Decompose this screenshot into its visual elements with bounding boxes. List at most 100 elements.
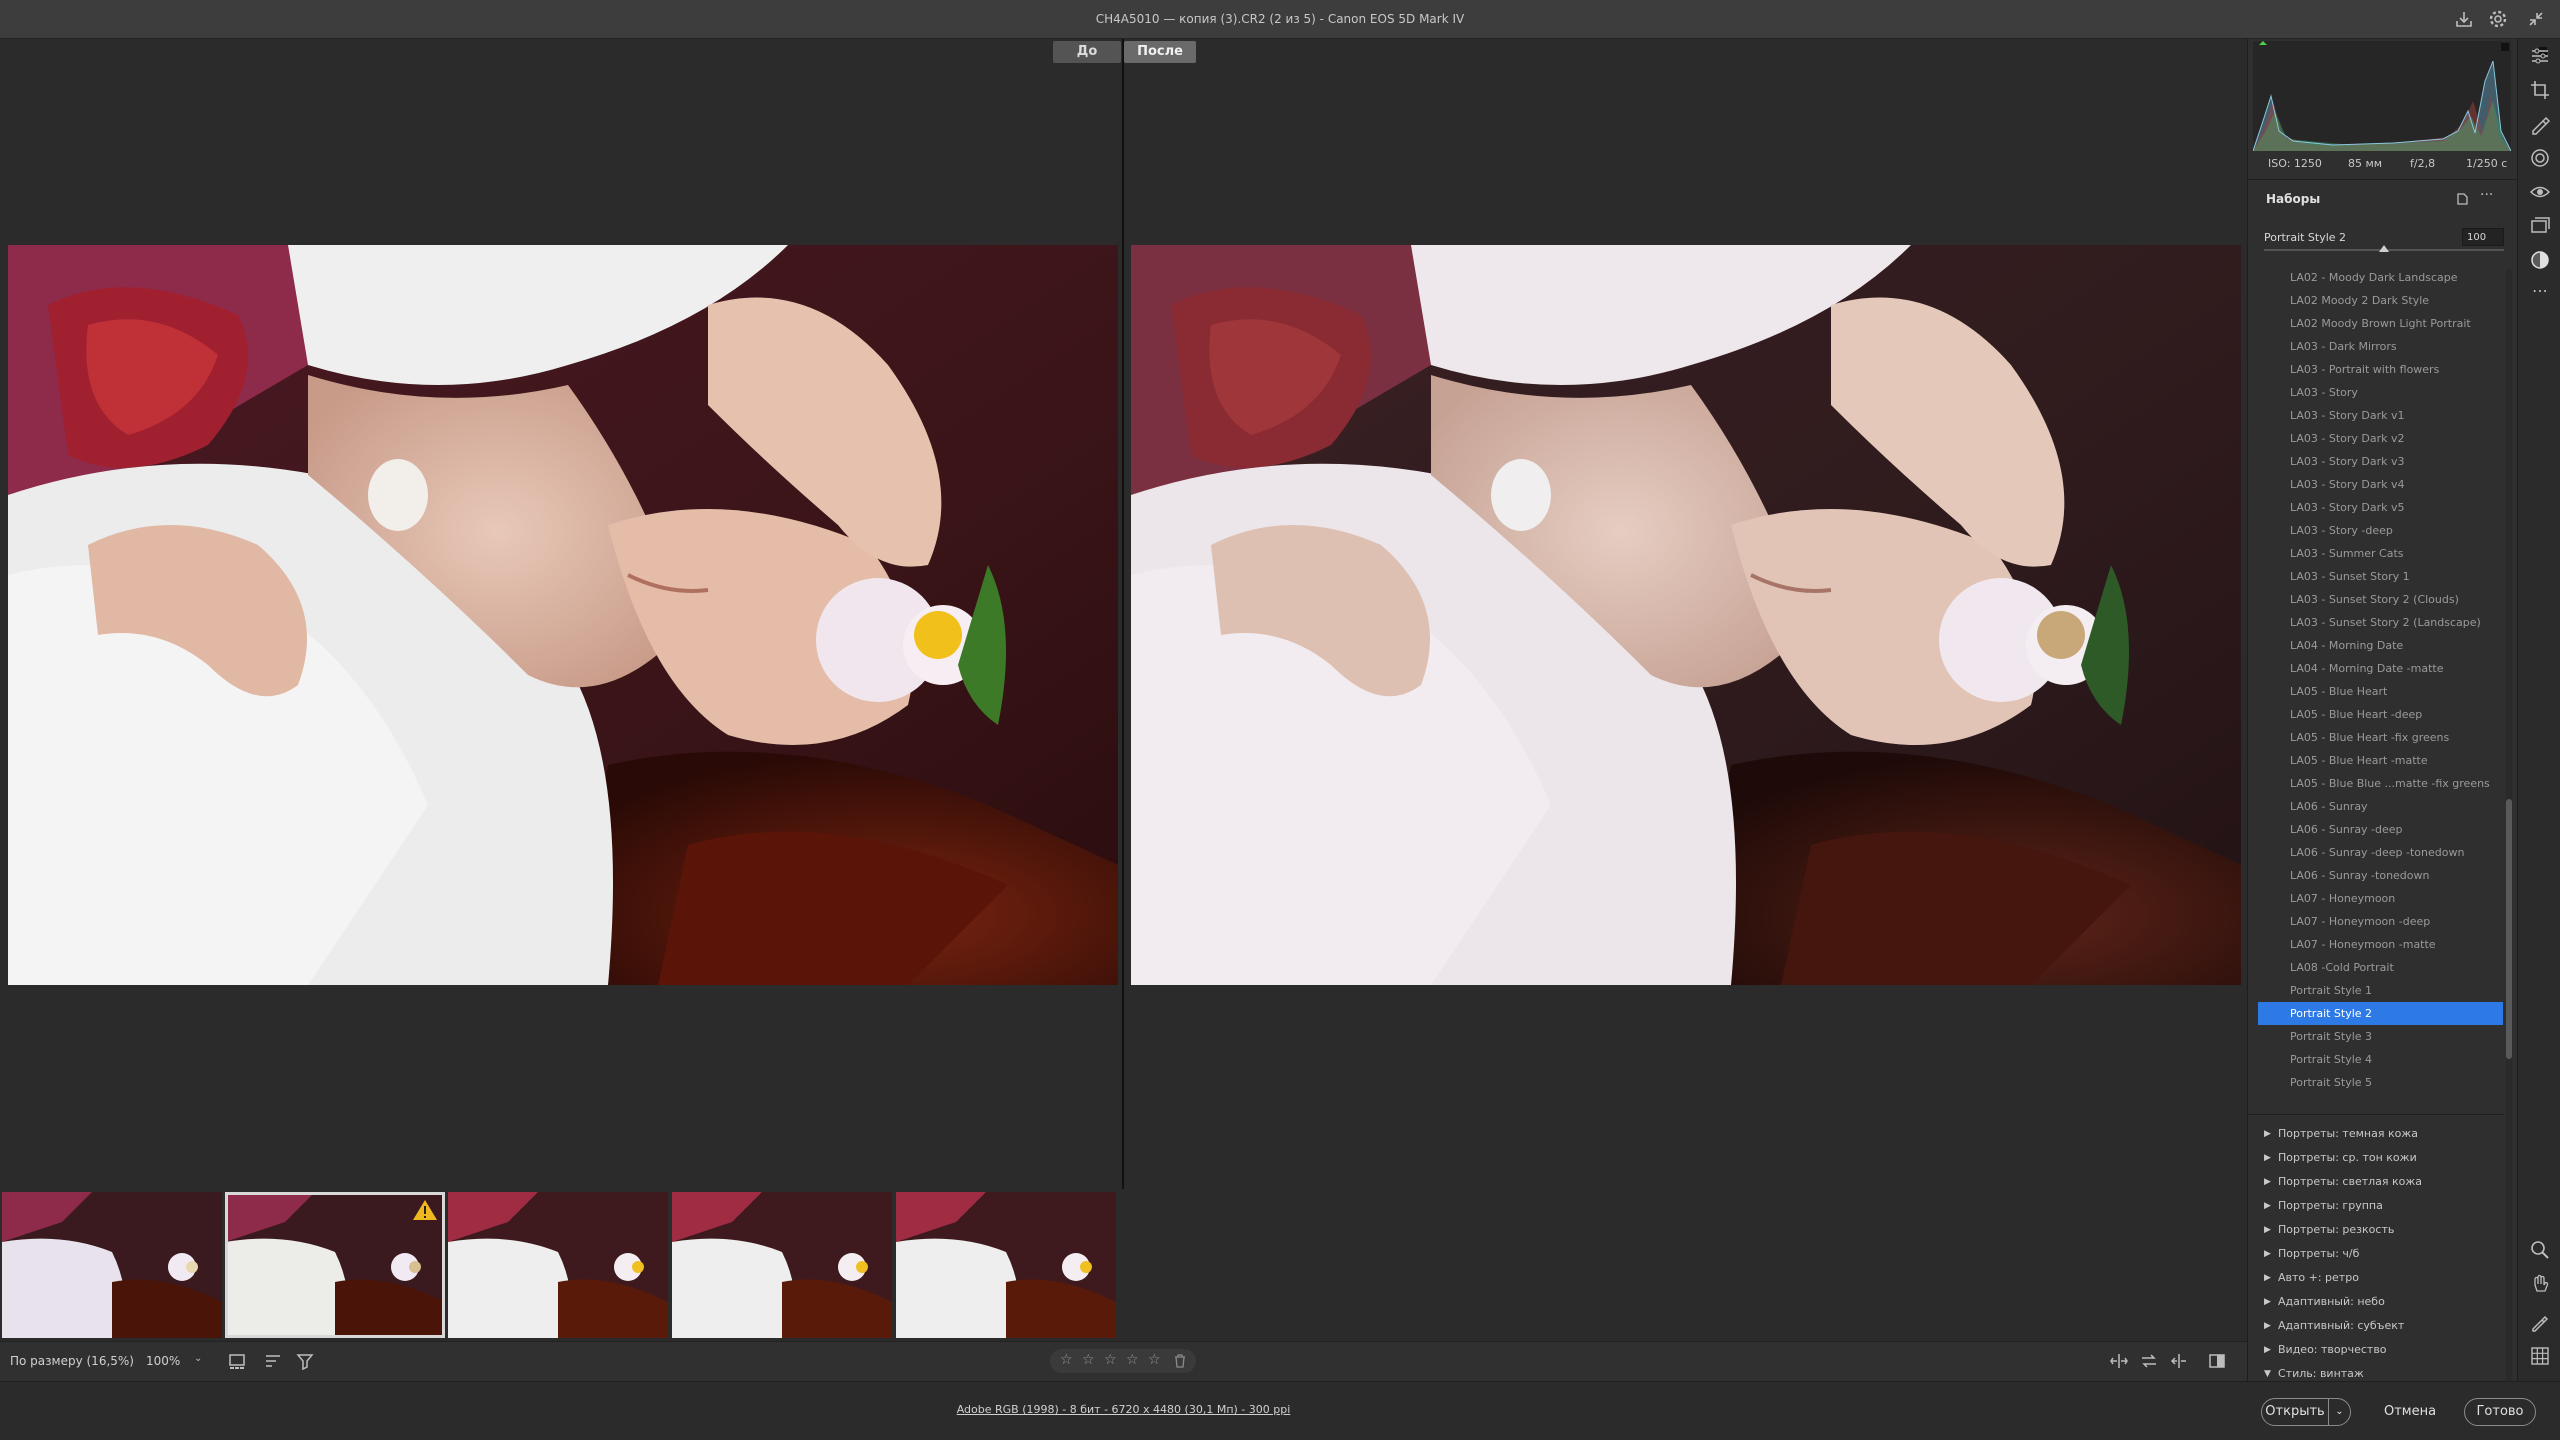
preset-item[interactable]: LA05 - Blue Blue ...matte -fix greens: [2258, 772, 2503, 795]
new-preset-icon[interactable]: [2455, 192, 2469, 206]
filmstrip-thumb[interactable]: [896, 1192, 1116, 1338]
collapsed-arrow-icon[interactable]: ▶: [2264, 1122, 2271, 1146]
preset-item[interactable]: Portrait Style 4: [2258, 1048, 2503, 1071]
preset-item[interactable]: LA06 - Sunray -deep -tonedown: [2258, 841, 2503, 864]
preset-group[interactable]: ▶ Адаптивный: субъект: [2258, 1314, 2503, 1338]
preset-group[interactable]: ▶ Портреты: ч/б: [2258, 1242, 2503, 1266]
filmstrip-thumb[interactable]: [2, 1192, 222, 1338]
preset-item[interactable]: LA03 - Dark Mirrors: [2258, 335, 2503, 358]
preset-item[interactable]: LA03 - Story: [2258, 381, 2503, 404]
compare-divider[interactable]: [1122, 39, 1124, 1189]
more-tools-icon[interactable]: ⋯: [2529, 281, 2551, 303]
amount-value-field[interactable]: 100: [2462, 228, 2504, 246]
preset-item-selected[interactable]: Portrait Style 2: [2258, 1002, 2503, 1025]
preset-item[interactable]: LA08 -Cold Portrait: [2258, 956, 2503, 979]
preset-item[interactable]: LA02 Moody 2 Dark Style: [2258, 289, 2503, 312]
preset-group[interactable]: ▶ Портреты: светлая кожа: [2258, 1170, 2503, 1194]
collapsed-arrow-icon[interactable]: ▶: [2264, 1194, 2271, 1218]
preset-item[interactable]: LA03 - Sunset Story 2 (Landscape): [2258, 611, 2503, 634]
swap-icon[interactable]: [2140, 1352, 2158, 1370]
star-icon[interactable]: ☆: [1148, 1352, 1161, 1368]
preset-item[interactable]: Portrait Style 1: [2258, 979, 2503, 1002]
collapsed-arrow-icon[interactable]: ▶: [2264, 1218, 2271, 1242]
scrollbar-thumb[interactable]: [2506, 799, 2512, 1059]
zoom-icon[interactable]: [2529, 1239, 2551, 1261]
preset-item[interactable]: LA03 - Story Dark v2: [2258, 427, 2503, 450]
preset-item[interactable]: LA02 - Moody Dark Landscape: [2258, 266, 2503, 289]
image-viewer[interactable]: До После: [0, 39, 2247, 1189]
zoom-dropdown-icon[interactable]: ⌄: [194, 1353, 202, 1364]
collapsed-arrow-icon[interactable]: ▶: [2264, 1170, 2271, 1194]
sort-icon[interactable]: [264, 1352, 282, 1370]
collapsed-arrow-icon[interactable]: ▶: [2264, 1146, 2271, 1170]
preset-item[interactable]: LA06 - Sunray -tonedown: [2258, 864, 2503, 887]
filmstrip-thumb-selected[interactable]: [225, 1192, 445, 1338]
after-button[interactable]: После: [1124, 41, 1196, 63]
preset-item[interactable]: LA03 - Story Dark v4: [2258, 473, 2503, 496]
preset-group[interactable]: ▶ Портреты: резкость: [2258, 1218, 2503, 1242]
edit-sliders-icon[interactable]: [2529, 45, 2551, 67]
preset-group[interactable]: ▶ Авто +: ретро: [2258, 1266, 2503, 1290]
masking-icon[interactable]: [2529, 147, 2551, 169]
fit-zoom-button[interactable]: По размеру (16,5%): [10, 1354, 134, 1368]
preset-item[interactable]: LA02 Moody Brown Light Portrait: [2258, 312, 2503, 335]
preset-group[interactable]: ▶ Портреты: ср. тон кожи: [2258, 1146, 2503, 1170]
eyedropper-icon[interactable]: [2529, 1311, 2551, 1333]
cancel-button[interactable]: Отмена: [2384, 1404, 2436, 1419]
hand-icon[interactable]: [2529, 1273, 2551, 1295]
healing-brush-icon[interactable]: [2529, 113, 2551, 135]
open-button[interactable]: Открыть ⌄: [2261, 1398, 2351, 1426]
preset-group[interactable]: ▶ Адаптивный: небо: [2258, 1290, 2503, 1314]
done-button[interactable]: Готово: [2464, 1398, 2536, 1426]
preset-item[interactable]: LA05 - Blue Heart: [2258, 680, 2503, 703]
filmstrip-thumb[interactable]: [672, 1192, 892, 1338]
preset-item[interactable]: LA03 - Story Dark v3: [2258, 450, 2503, 473]
preset-item[interactable]: Portrait Style 5: [2258, 1071, 2503, 1094]
crop-icon[interactable]: [2529, 79, 2551, 101]
preset-item[interactable]: LA03 - Summer Cats: [2258, 542, 2503, 565]
more-options-icon[interactable]: ···: [2480, 187, 2493, 203]
preset-list-scrollbar[interactable]: [2506, 269, 2512, 1389]
preset-item[interactable]: LA07 - Honeymoon: [2258, 887, 2503, 910]
preset-item[interactable]: LA06 - Sunray: [2258, 795, 2503, 818]
preset-item[interactable]: LA03 - Story -deep: [2258, 519, 2503, 542]
star-icon[interactable]: ☆: [1126, 1352, 1139, 1368]
preset-item[interactable]: LA03 - Story Dark v5: [2258, 496, 2503, 519]
preset-item[interactable]: LA03 - Portrait with flowers: [2258, 358, 2503, 381]
gear-icon[interactable]: [2488, 9, 2508, 29]
collapsed-arrow-icon[interactable]: ▶: [2264, 1242, 2271, 1266]
preset-group[interactable]: ▶ Видео: творчество: [2258, 1338, 2503, 1362]
preset-group[interactable]: ▶ Портреты: группа: [2258, 1194, 2503, 1218]
collapsed-arrow-icon[interactable]: ▶: [2264, 1266, 2271, 1290]
preset-group[interactable]: ▶ Портреты: темная кожа: [2258, 1122, 2503, 1146]
star-icon[interactable]: ☆: [1104, 1352, 1117, 1368]
filmstrip-view-icon[interactable]: [228, 1352, 246, 1370]
preset-item[interactable]: Portrait Style 3: [2258, 1025, 2503, 1048]
preset-item[interactable]: LA04 - Morning Date: [2258, 634, 2503, 657]
preset-item[interactable]: LA05 - Blue Heart -fix greens: [2258, 726, 2503, 749]
preset-item[interactable]: LA05 - Blue Heart -deep: [2258, 703, 2503, 726]
workflow-options-link[interactable]: Adobe RGB (1998) - 8 бит - 6720 x 4480 (…: [0, 1403, 2247, 1416]
preset-item[interactable]: LA07 - Honeymoon -matte: [2258, 933, 2503, 956]
copy-settings-icon[interactable]: [2170, 1352, 2188, 1370]
before-button[interactable]: До: [1053, 41, 1121, 63]
collapsed-arrow-icon[interactable]: ▶: [2264, 1290, 2271, 1314]
preset-item[interactable]: LA03 - Sunset Story 2 (Clouds): [2258, 588, 2503, 611]
collapsed-arrow-icon[interactable]: ▶: [2264, 1338, 2271, 1362]
before-after-toggle-icon[interactable]: [2110, 1352, 2128, 1370]
trash-icon[interactable]: [1174, 1354, 1186, 1368]
zoom-100-button[interactable]: 100%: [146, 1354, 180, 1368]
open-dropdown-icon[interactable]: ⌄: [2328, 1399, 2350, 1425]
amount-slider-thumb[interactable]: [2379, 245, 2389, 252]
snapshots-icon[interactable]: [2529, 215, 2551, 237]
presets-icon[interactable]: [2529, 249, 2551, 271]
preset-item[interactable]: LA03 - Sunset Story 1: [2258, 565, 2503, 588]
filmstrip-thumb[interactable]: [448, 1192, 668, 1338]
star-icon[interactable]: ☆: [1060, 1352, 1073, 1368]
collapsed-arrow-icon[interactable]: ▶: [2264, 1314, 2271, 1338]
preset-item[interactable]: LA04 - Morning Date -matte: [2258, 657, 2503, 680]
preset-item[interactable]: LA03 - Story Dark v1: [2258, 404, 2503, 427]
preset-item[interactable]: LA06 - Sunray -deep: [2258, 818, 2503, 841]
red-eye-icon[interactable]: [2529, 181, 2551, 203]
collapse-icon[interactable]: [2526, 9, 2546, 29]
